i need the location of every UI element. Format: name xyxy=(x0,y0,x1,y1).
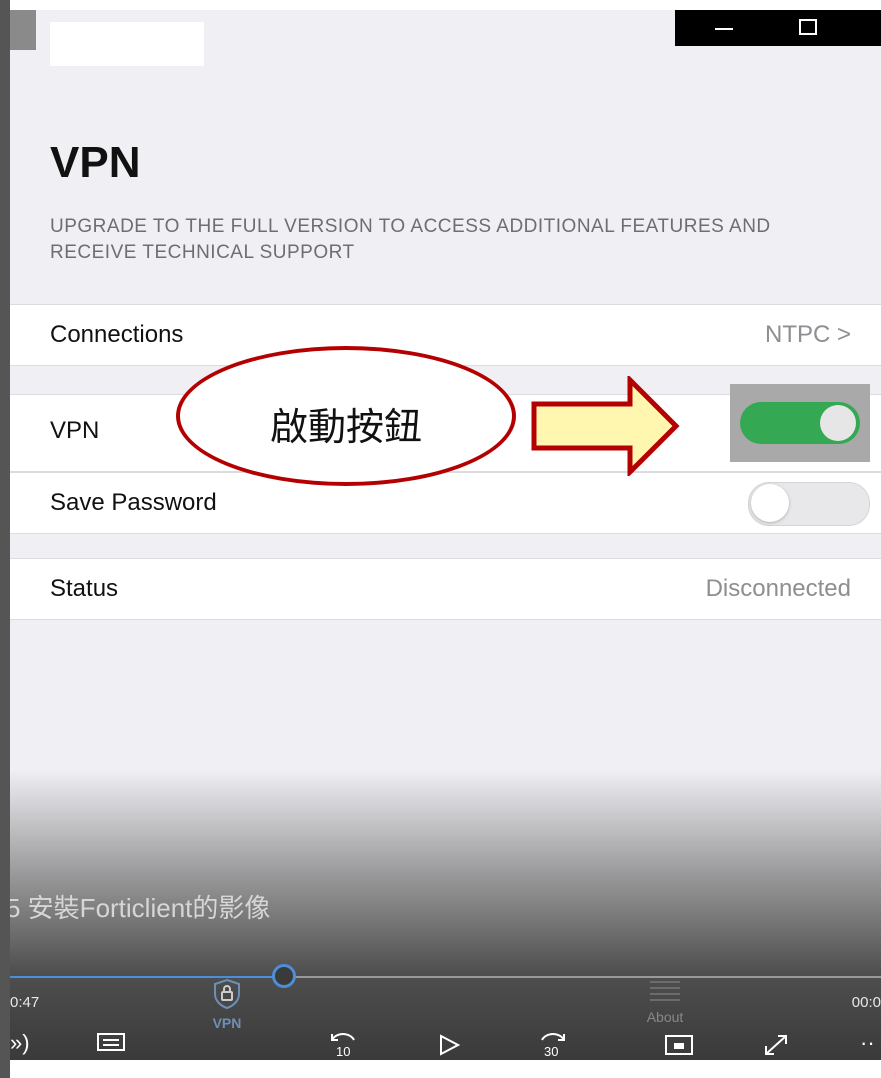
save-password-toggle[interactable] xyxy=(748,482,870,526)
status-row: Status Disconnected xyxy=(10,558,881,620)
annotation-text: 啟動按鈕 xyxy=(269,405,422,449)
save-password-toggle-knob xyxy=(751,484,789,522)
phone-screen: VPN UPGRADE TO THE FULL VERSION TO ACCES… xyxy=(10,10,881,1060)
tab-vpn-label: VPN xyxy=(212,1015,242,1031)
time-elapsed: 0:47 xyxy=(10,994,40,1011)
subtitles-icon[interactable] xyxy=(96,1032,126,1056)
time-remaining: 00:0 xyxy=(851,994,881,1011)
list-icon xyxy=(650,981,680,1001)
annotation-ellipse: 啟動按鈕 xyxy=(176,346,516,486)
status-left-tab xyxy=(10,10,36,50)
rewind-10-icon[interactable]: 10 xyxy=(326,1028,360,1060)
progress-thumb[interactable] xyxy=(272,964,296,988)
forward-30-icon[interactable]: 30 xyxy=(536,1028,570,1060)
left-window-edge xyxy=(0,0,10,1078)
connections-value: NTPC > xyxy=(764,321,851,348)
progress-bar[interactable] xyxy=(10,964,881,988)
more-icon[interactable]: ·· xyxy=(860,1030,875,1056)
status-value: Disconnected xyxy=(705,575,851,602)
svg-text:30: 30 xyxy=(544,1044,558,1059)
fullscreen-icon[interactable] xyxy=(762,1032,790,1058)
upgrade-notice: UPGRADE TO THE FULL VERSION TO ACCESS AD… xyxy=(50,216,771,263)
tab-vpn[interactable]: VPN xyxy=(204,978,250,1031)
miniplayer-icon[interactable] xyxy=(664,1034,694,1056)
svg-text:10: 10 xyxy=(336,1044,350,1059)
status-bar-redacted xyxy=(50,22,204,66)
page-title: VPN xyxy=(50,138,141,187)
connections-label: Connections xyxy=(50,321,184,348)
play-icon[interactable] xyxy=(438,1034,460,1056)
vpn-label: VPN xyxy=(50,417,100,444)
tab-about[interactable]: About xyxy=(630,978,700,1025)
status-label: Status xyxy=(50,575,119,602)
vpn-toggle-knob xyxy=(820,405,856,441)
tab-about-label: About xyxy=(646,1009,684,1025)
vpn-toggle[interactable] xyxy=(740,402,860,444)
shield-lock-icon xyxy=(214,978,240,1010)
connections-row[interactable]: Connections NTPC > xyxy=(10,304,881,366)
window-controls xyxy=(675,10,881,46)
annotation-arrow-icon xyxy=(531,376,680,476)
minimize-icon[interactable] xyxy=(715,18,735,36)
volume-icon[interactable]: ») xyxy=(10,1030,30,1056)
video-caption: 5 安裝Forticlient的影像 xyxy=(10,893,271,923)
maximize-icon[interactable] xyxy=(799,19,817,35)
save-password-label: Save Password xyxy=(50,489,217,516)
